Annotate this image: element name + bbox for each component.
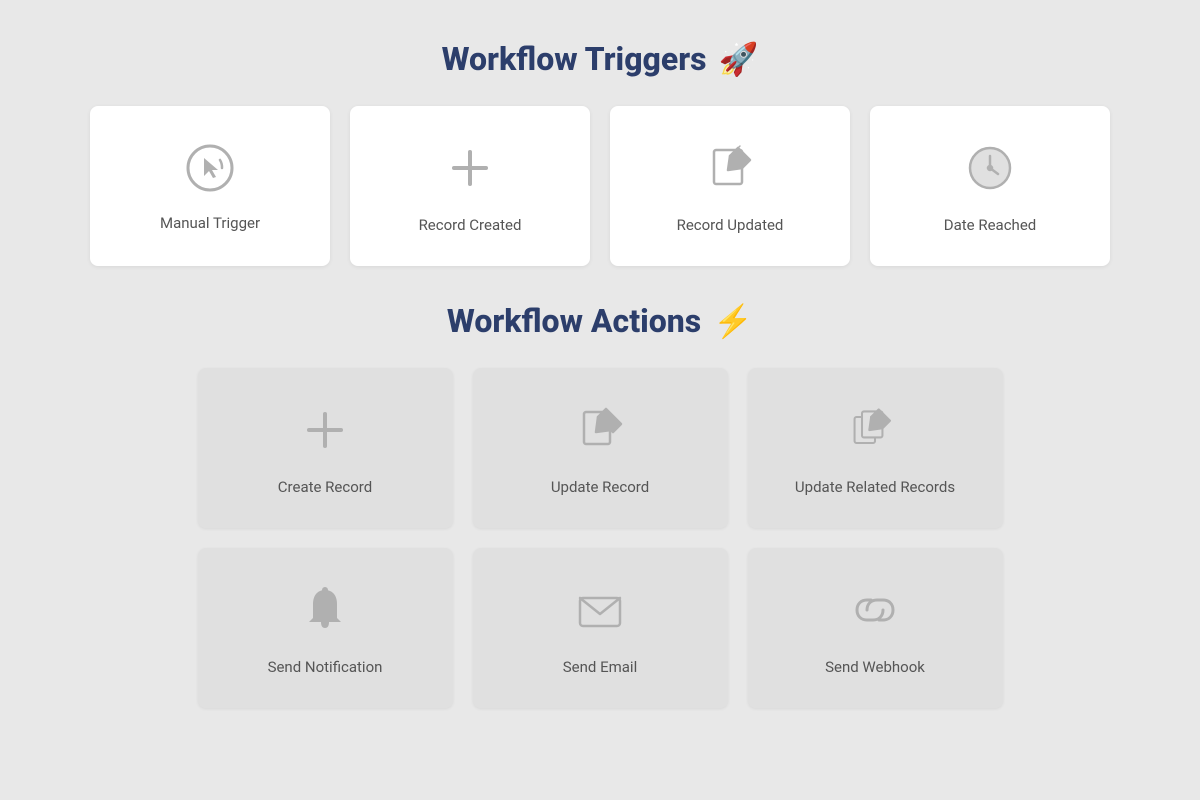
action-card-update-related-records-label: Update Related Records — [795, 478, 955, 496]
action-card-update-record[interactable]: Update Record — [473, 368, 728, 528]
edit-icon — [700, 138, 760, 198]
action-card-send-webhook[interactable]: Send Webhook — [748, 548, 1003, 708]
create-record-icon — [295, 400, 355, 460]
trigger-card-date-reached[interactable]: Date Reached — [870, 106, 1110, 266]
actions-row-2: Send Notification Send Email Send Webhoo… — [198, 548, 1003, 708]
triggers-section-title: Workflow Triggers 🚀 — [442, 40, 759, 78]
email-icon — [570, 580, 630, 640]
plus-icon — [440, 138, 500, 198]
trigger-card-record-created[interactable]: Record Created — [350, 106, 590, 266]
action-card-update-record-label: Update Record — [551, 478, 649, 496]
actions-emoji: ⚡ — [713, 302, 753, 340]
update-record-icon — [570, 400, 630, 460]
trigger-card-record-updated-label: Record Updated — [677, 216, 784, 234]
action-card-send-notification[interactable]: Send Notification — [198, 548, 453, 708]
trigger-card-manual-trigger[interactable]: Manual Trigger — [90, 106, 330, 266]
webhook-icon — [845, 580, 905, 640]
clock-icon — [960, 138, 1020, 198]
update-related-records-icon — [845, 400, 905, 460]
actions-section-title: Workflow Actions ⚡ — [447, 302, 753, 340]
action-card-send-notification-label: Send Notification — [268, 658, 383, 676]
action-card-send-webhook-label: Send Webhook — [825, 658, 925, 676]
action-card-create-record[interactable]: Create Record — [198, 368, 453, 528]
trigger-card-date-reached-label: Date Reached — [944, 216, 1036, 234]
action-card-send-email-label: Send Email — [563, 658, 637, 676]
action-card-update-related-records[interactable]: Update Related Records — [748, 368, 1003, 528]
bell-icon — [295, 580, 355, 640]
triggers-emoji: 🚀 — [719, 40, 759, 78]
manual-trigger-icon — [182, 140, 238, 196]
actions-row-1: Create Record Update Record Update Relat… — [198, 368, 1003, 528]
trigger-card-manual-trigger-label: Manual Trigger — [160, 214, 260, 232]
triggers-row: Manual Trigger Record Created Record Upd… — [90, 106, 1110, 266]
trigger-card-record-updated[interactable]: Record Updated — [610, 106, 850, 266]
trigger-card-record-created-label: Record Created — [419, 216, 522, 234]
action-card-send-email[interactable]: Send Email — [473, 548, 728, 708]
action-card-create-record-label: Create Record — [278, 478, 372, 496]
